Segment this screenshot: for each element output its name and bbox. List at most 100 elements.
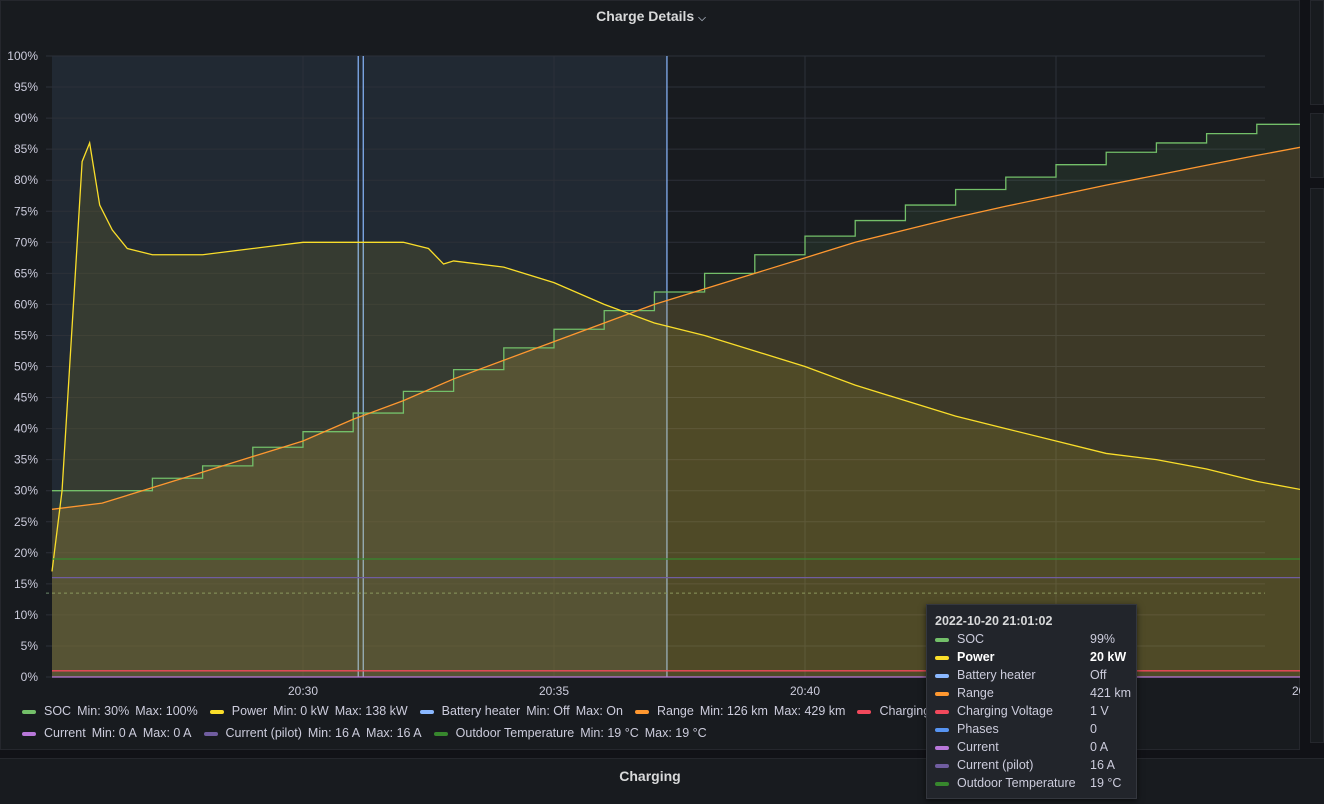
legend-item-range[interactable]: Range Min: 126 km Max: 429 km	[634, 704, 846, 718]
tooltip-row-power: Power 20 kW	[935, 649, 1131, 667]
legend-stat: Min: 19 °C	[580, 726, 639, 740]
tooltip-swatch	[935, 728, 949, 732]
y-tick-label: 55%	[14, 328, 38, 342]
legend-stat: Max: 0 A	[142, 726, 192, 740]
chart-tooltip: 2022-10-20 21:01:02 SOC 99% Power 20 kW Batt…	[926, 604, 1137, 799]
x-tick-label: 20:50	[1292, 684, 1300, 698]
y-tick-label: 15%	[14, 577, 38, 591]
tooltip-series-name: Battery heater	[957, 668, 1036, 682]
side-panel	[1310, 113, 1324, 178]
legend-stat: Max: 138 kW	[334, 704, 408, 718]
legend-stat: Min: 16 A	[307, 726, 361, 740]
tooltip-series-name: Current	[957, 740, 999, 754]
tooltip-series-name: Charging Voltage	[957, 704, 1053, 718]
legend-stat: Min: 126 km	[699, 704, 768, 718]
tooltip-row-outdoor_temperature: Outdoor Temperature 19 °C	[935, 775, 1131, 793]
legend-label: Range	[656, 704, 694, 718]
tooltip-series-value: 1 V	[1090, 704, 1109, 718]
charge-chart[interactable]: 0% 5% 10% 15% 20% 25% 30% 35% 40% 45% 50% 55% 60% 65%…	[0, 0, 1300, 705]
tooltip-row-charging_voltage: Charging Voltage 1 V	[935, 703, 1131, 721]
tooltip-series-name: Power	[957, 650, 995, 664]
y-tick-label: 0%	[21, 670, 39, 684]
legend-stat: Min: 0 kW	[273, 704, 329, 718]
legend-stat: Min: 0 A	[91, 726, 137, 740]
tooltip-series-name: Range	[957, 686, 994, 700]
legend-stat: Min: 30%	[77, 704, 130, 718]
legend-stat: Max: 19 °C	[644, 726, 707, 740]
legend-stat: Max: 100%	[135, 704, 198, 718]
legend-label: Battery heater	[441, 704, 521, 718]
legend-stat: Max: 429 km	[773, 704, 846, 718]
y-tick-label: 10%	[14, 608, 38, 622]
legend-swatch	[857, 709, 872, 714]
y-tick-label: 85%	[14, 142, 38, 156]
tooltip-series-name: Phases	[957, 722, 999, 736]
legend-label: Current	[44, 726, 86, 740]
legend-swatch	[203, 731, 218, 736]
legend-swatch	[634, 709, 649, 714]
x-tick-label: 20:35	[539, 684, 569, 698]
y-tick-label: 80%	[14, 173, 38, 187]
tooltip-swatch	[935, 638, 949, 642]
right-panel-edge	[1308, 0, 1324, 803]
y-tick-label: 100%	[7, 49, 38, 63]
tooltip-swatch	[935, 782, 949, 786]
tooltip-series-value: 99%	[1090, 632, 1116, 646]
tooltip-series-name: Outdoor Temperature	[957, 776, 1076, 790]
side-panel	[1310, 188, 1324, 743]
tooltip-swatch	[935, 692, 949, 696]
legend-swatch	[22, 709, 36, 714]
tooltip-row-current_pilot: Current (pilot) 16 A	[935, 757, 1131, 775]
tooltip-series-value: Off	[1090, 668, 1107, 682]
legend-item-current[interactable]: Current Min: 0 A Max: 0 A	[22, 726, 192, 740]
y-tick-label: 25%	[14, 515, 38, 529]
legend-label: Current (pilot)	[225, 726, 302, 740]
legend-swatch	[209, 709, 224, 714]
tooltip-swatch	[935, 674, 949, 678]
legend-swatch	[419, 709, 434, 714]
tooltip-series-value: 16 A	[1090, 758, 1116, 772]
legend-row: Current Min: 0 A Max: 0 A Current (pilot) Mi…	[22, 726, 719, 740]
legend-swatch	[22, 731, 36, 736]
tooltip-series-value: 0 A	[1090, 740, 1109, 754]
y-tick-label: 95%	[14, 80, 38, 94]
tooltip-series-value: 20 kW	[1090, 650, 1127, 664]
legend-stat: Min: Off	[526, 704, 570, 718]
legend-label: Outdoor Temperature	[455, 726, 575, 740]
tooltip-series-value: 0	[1090, 722, 1097, 736]
tooltip-swatch	[935, 764, 949, 768]
legend-stat: Max: 16 A	[366, 726, 422, 740]
tooltip-row-battery_heater: Battery heater Off	[935, 667, 1131, 685]
legend-swatch	[433, 731, 448, 736]
tooltip-swatch	[935, 656, 949, 660]
y-tick-label: 60%	[14, 297, 38, 311]
legend-item-current_pilot[interactable]: Current (pilot) Min: 16 A Max: 16 A	[203, 726, 422, 740]
y-tick-label: 90%	[14, 111, 38, 125]
y-tick-label: 50%	[14, 360, 38, 374]
y-tick-label: 45%	[14, 391, 38, 405]
legend-label: SOC	[44, 704, 72, 718]
tooltip-series-value: 19 °C	[1090, 776, 1122, 790]
legend-stat: Max: On	[575, 704, 623, 718]
y-tick-label: 75%	[14, 204, 38, 218]
y-tick-label: 5%	[21, 639, 39, 653]
tooltip-series-value: 421 km	[1090, 686, 1131, 700]
legend-item-outdoor_temperature[interactable]: Outdoor Temperature Min: 19 °C Max: 19 °C	[433, 726, 707, 740]
y-tick-label: 70%	[14, 235, 38, 249]
legend-item-soc[interactable]: SOC Min: 30% Max: 100%	[22, 704, 198, 718]
x-tick-label: 20:30	[288, 684, 318, 698]
x-tick-label: 20:40	[790, 684, 820, 698]
y-tick-label: 20%	[14, 546, 38, 560]
y-tick-label: 35%	[14, 453, 38, 467]
tooltip-swatch	[935, 710, 949, 714]
y-tick-label: 40%	[14, 422, 38, 436]
tooltip-series-name: SOC	[957, 632, 985, 646]
legend-item-power[interactable]: Power Min: 0 kW Max: 138 kW	[209, 704, 408, 718]
legend-label: Power	[231, 704, 268, 718]
tooltip-row-phases: Phases 0	[935, 721, 1131, 739]
legend-item-battery_heater[interactable]: Battery heater Min: Off Max: On	[419, 704, 623, 718]
tooltip-swatch	[935, 746, 949, 750]
tooltip-series-name: Current (pilot)	[957, 758, 1034, 772]
side-panel	[1310, 0, 1324, 105]
tooltip-time: 2022-10-20 21:01:02	[935, 614, 1053, 628]
